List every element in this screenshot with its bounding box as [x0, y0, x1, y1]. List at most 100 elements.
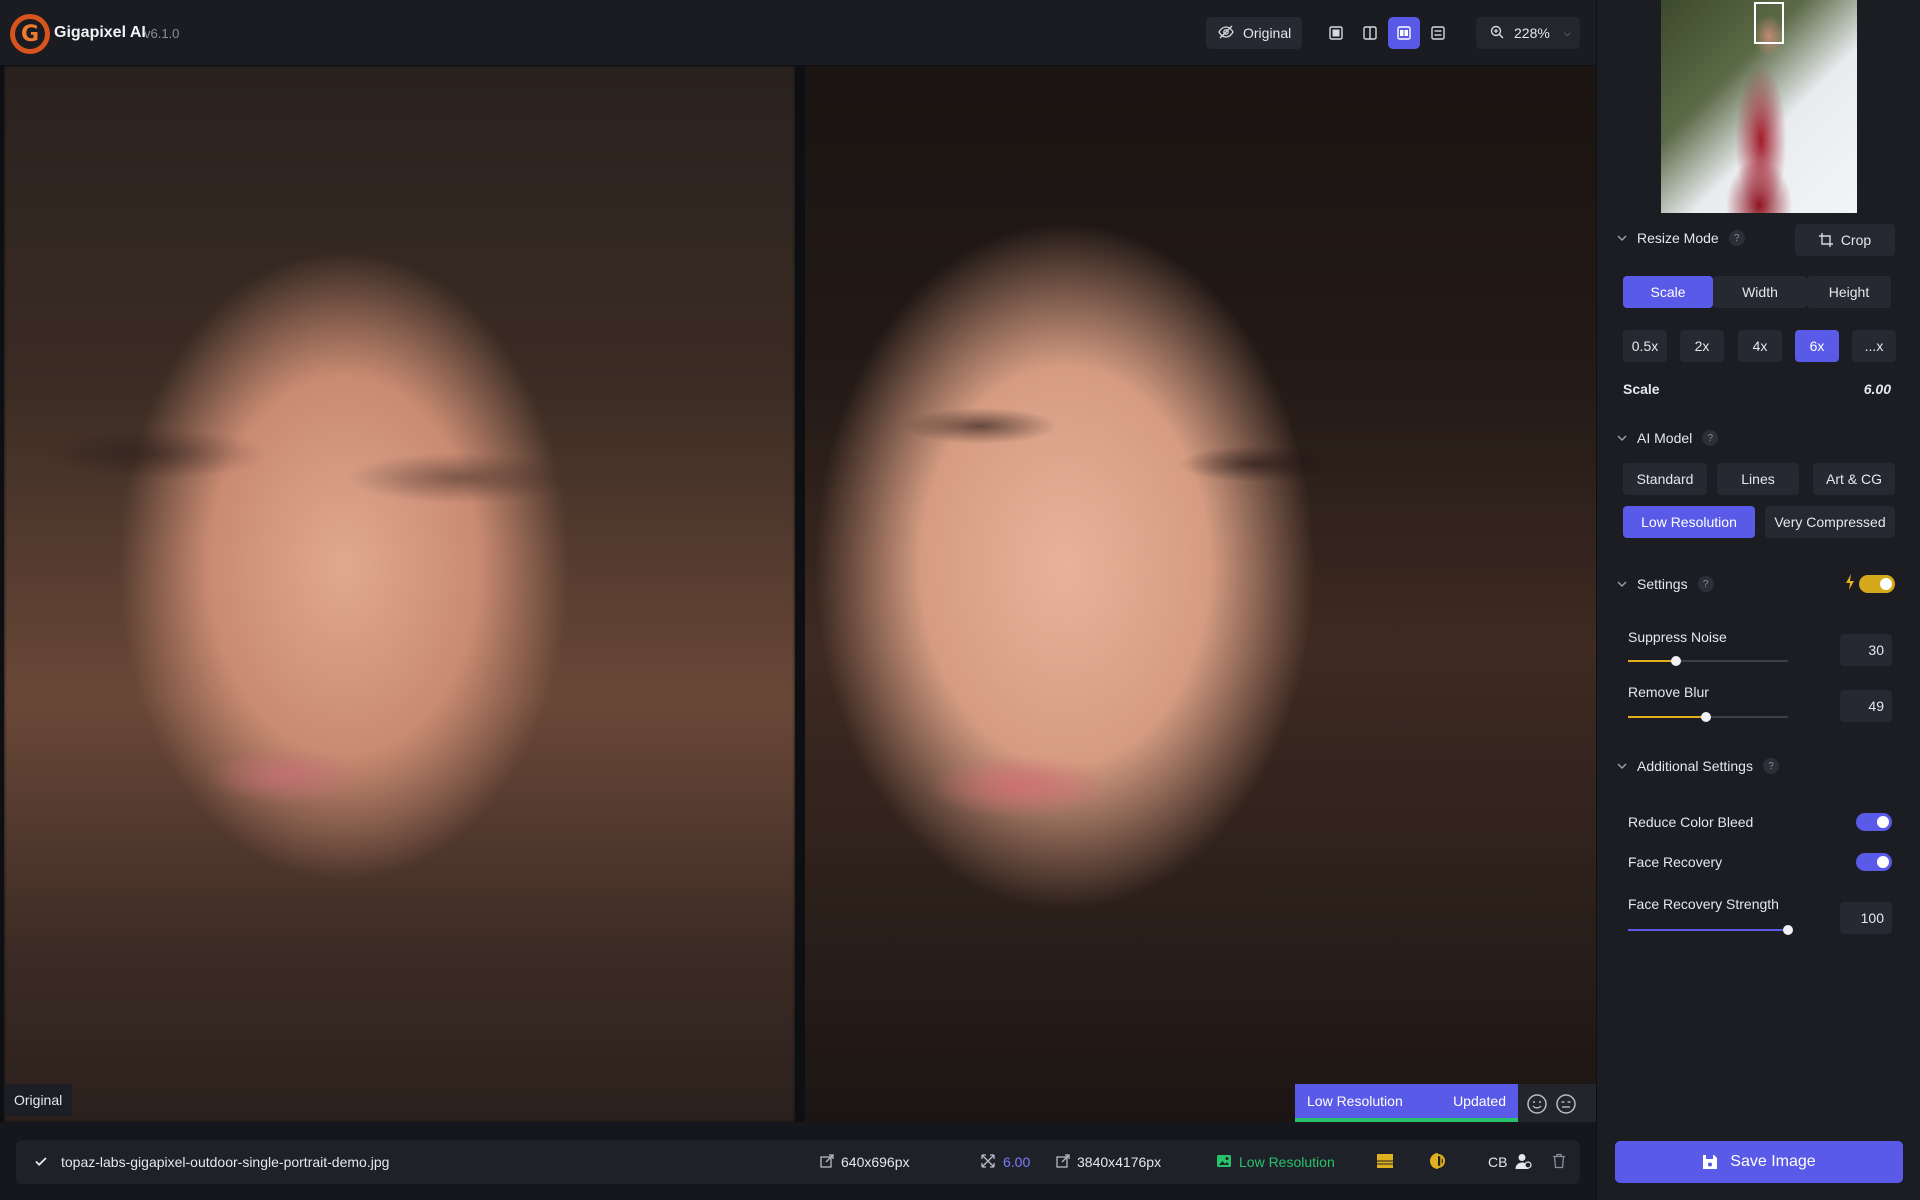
compression-icon: [1376, 1152, 1394, 1173]
view-mode-group: [1320, 17, 1454, 49]
preset-custom[interactable]: ...x: [1852, 330, 1896, 362]
save-image-button[interactable]: Save Image: [1615, 1141, 1903, 1183]
navigator-viewport-frame[interactable]: [1754, 2, 1784, 44]
remove-blur-slider[interactable]: [1628, 712, 1788, 722]
settings-header[interactable]: Settings ?: [1617, 576, 1714, 592]
input-size-item: 640x696px: [820, 1140, 910, 1184]
ai-model-title: AI Model: [1637, 430, 1693, 446]
single-view-button[interactable]: [1320, 17, 1352, 49]
preview-status-strip: Low Resolution Updated: [1295, 1084, 1596, 1122]
face-recovery-strength-value[interactable]: 100: [1840, 902, 1892, 934]
quad-view-icon: [1431, 26, 1445, 40]
model-status-badge: Low Resolution Updated: [1295, 1084, 1518, 1122]
side-by-side-icon: [1397, 26, 1411, 40]
model-low-resolution[interactable]: Low Resolution: [1623, 506, 1755, 538]
cb-label: CB: [1488, 1154, 1508, 1170]
settings-sidebar: Resize Mode ? Crop Scale Width Height 0.…: [1596, 0, 1920, 1200]
gigapixel-logo-icon: G: [10, 14, 50, 54]
preset-2x[interactable]: 2x: [1680, 330, 1724, 362]
input-size-icon: [820, 1153, 834, 1171]
reduce-color-bleed-toggle[interactable]: [1856, 813, 1892, 831]
preset-6x[interactable]: 6x: [1795, 330, 1839, 362]
additional-settings-title: Additional Settings: [1637, 758, 1753, 774]
output-size: 3840x4176px: [1077, 1154, 1162, 1170]
file-row[interactable]: topaz-labs-gigapixel-outdoor-single-port…: [16, 1140, 1580, 1184]
smile-face-icon[interactable]: [1526, 1093, 1548, 1120]
model-standard[interactable]: Standard: [1623, 463, 1707, 495]
chevron-down-icon: [1617, 435, 1627, 442]
crop-icon: [1818, 233, 1833, 247]
quad-view-button[interactable]: [1422, 17, 1454, 49]
show-original-label: Original: [1243, 25, 1292, 41]
auto-settings-toggle[interactable]: [1859, 575, 1895, 593]
person-icon: [1514, 1152, 1533, 1173]
chevron-down-icon: [1617, 235, 1627, 242]
delete-button[interactable]: [1552, 1140, 1566, 1184]
status-state: Updated: [1453, 1093, 1506, 1109]
face-recovery-label: Face Recovery: [1628, 854, 1723, 870]
scale-label: Scale: [1623, 381, 1660, 397]
top-toolbar: G Gigapixel AI v6.1.0 Original 228% ⌵: [0, 0, 1596, 66]
crop-button[interactable]: Crop: [1795, 224, 1895, 256]
chevron-down-icon: [1617, 581, 1627, 588]
side-by-side-button[interactable]: [1388, 17, 1420, 49]
preview-canvas[interactable]: Original Low Resolution Updated: [0, 66, 1596, 1122]
resize-mode-title: Resize Mode: [1637, 230, 1719, 246]
scale-value-input[interactable]: 6.00: [1851, 381, 1891, 397]
file-name: topaz-labs-gigapixel-outdoor-single-port…: [61, 1154, 390, 1170]
suppress-noise-value[interactable]: 30: [1840, 634, 1892, 666]
expand-arrows-icon: [980, 1153, 996, 1172]
preset-4x[interactable]: 4x: [1738, 330, 1782, 362]
original-preview-pane[interactable]: [4, 66, 795, 1122]
color-adjust-button[interactable]: [1428, 1140, 1448, 1184]
remove-blur-label: Remove Blur: [1628, 684, 1709, 700]
suppress-noise-knob[interactable]: [1671, 656, 1681, 666]
additional-settings-header[interactable]: Additional Settings ?: [1617, 758, 1779, 774]
model-art-cg[interactable]: Art & CG: [1813, 463, 1895, 495]
additional-settings-help-icon[interactable]: ?: [1762, 758, 1779, 774]
save-image-label: Save Image: [1730, 1153, 1816, 1170]
eye-off-icon: [1218, 24, 1234, 43]
crop-label: Crop: [1840, 232, 1872, 248]
single-view-icon: [1329, 26, 1343, 40]
neutral-face-icon[interactable]: [1555, 1093, 1577, 1120]
split-view-button[interactable]: [1354, 17, 1386, 49]
tab-width[interactable]: Width: [1713, 276, 1807, 308]
scale-value: 6.00: [1003, 1154, 1031, 1170]
enhanced-preview-pane[interactable]: [805, 66, 1596, 1122]
face-recovery-strength-slider[interactable]: [1628, 925, 1793, 935]
face-recovery-strength-label: Face Recovery Strength: [1628, 896, 1779, 912]
original-pane-label: Original: [4, 1084, 73, 1116]
check-icon: [34, 1154, 48, 1171]
output-size-item: 3840x4176px: [1056, 1140, 1161, 1184]
navigator-thumbnail[interactable]: [1661, 0, 1857, 213]
output-size-icon: [1056, 1153, 1070, 1171]
preset-0-5x[interactable]: 0.5x: [1623, 330, 1667, 362]
face-recovery-indicator[interactable]: CB: [1488, 1140, 1533, 1184]
tab-scale[interactable]: Scale: [1623, 276, 1713, 308]
compression-button[interactable]: [1376, 1140, 1394, 1184]
save-icon: [1703, 1155, 1718, 1169]
scale-item: 6.00: [980, 1140, 1030, 1184]
chevron-down-icon: ⌵: [1563, 27, 1571, 38]
face-recovery-toggle[interactable]: [1856, 853, 1892, 871]
model-lines[interactable]: Lines: [1717, 463, 1799, 495]
resize-mode-help-icon[interactable]: ?: [1728, 230, 1745, 246]
model-very-compressed[interactable]: Very Compressed: [1765, 506, 1895, 538]
bottom-bar: topaz-labs-gigapixel-outdoor-single-port…: [0, 1122, 1596, 1200]
split-view-icon: [1363, 26, 1377, 40]
remove-blur-value[interactable]: 49: [1840, 690, 1892, 722]
zoom-dropdown[interactable]: 228% ⌵: [1476, 17, 1580, 49]
suppress-noise-slider[interactable]: [1628, 656, 1788, 666]
model-name: Low Resolution: [1239, 1154, 1335, 1170]
face-recovery-strength-knob[interactable]: [1783, 925, 1793, 935]
show-original-button[interactable]: Original: [1206, 17, 1302, 49]
app-name: Gigapixel AI: [54, 24, 146, 41]
tab-height[interactable]: Height: [1807, 276, 1891, 308]
remove-blur-knob[interactable]: [1701, 712, 1712, 722]
file-name-item: topaz-labs-gigapixel-outdoor-single-port…: [34, 1140, 389, 1184]
resize-mode-header[interactable]: Resize Mode ?: [1617, 230, 1745, 246]
settings-help-icon[interactable]: ?: [1697, 576, 1714, 592]
ai-model-header[interactable]: AI Model ?: [1617, 430, 1719, 446]
ai-model-help-icon[interactable]: ?: [1702, 430, 1719, 446]
